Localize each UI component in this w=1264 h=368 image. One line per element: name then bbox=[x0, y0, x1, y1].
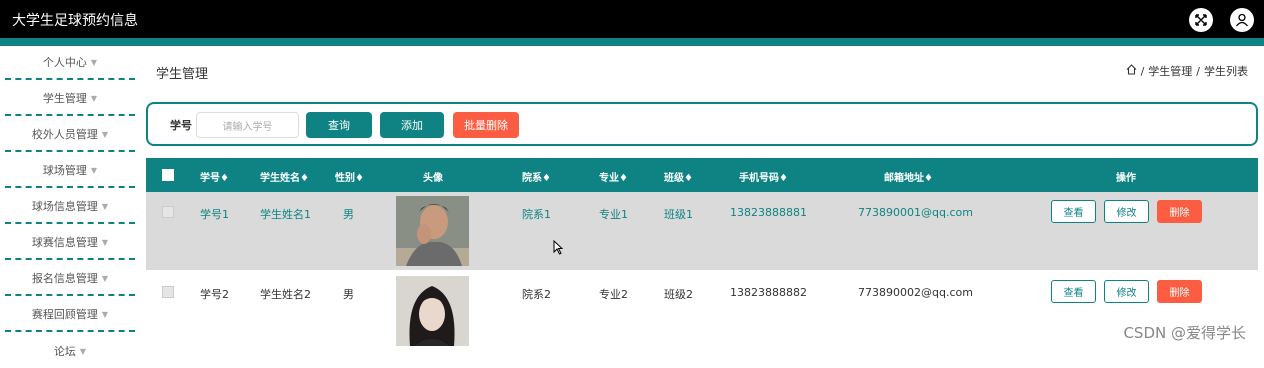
sidebar-item-personal-center[interactable]: 个人中心 ▼ bbox=[5, 46, 135, 80]
cell-email: 773890002@qq.com bbox=[858, 286, 973, 299]
edit-button[interactable]: 修改 bbox=[1104, 200, 1149, 223]
view-button[interactable]: 查看 bbox=[1051, 280, 1096, 303]
chevron-down-icon: ▼ bbox=[101, 273, 109, 283]
header-accent-strip bbox=[0, 38, 1264, 46]
chevron-down-icon: ▼ bbox=[101, 129, 109, 139]
sidebar-item-external-staff[interactable]: 校外人员管理 ▼ bbox=[5, 118, 135, 152]
cell-gender: 男 bbox=[343, 288, 354, 301]
home-icon[interactable] bbox=[1126, 64, 1137, 78]
batch-delete-button[interactable]: 批量删除 bbox=[453, 112, 519, 138]
sidebar-item-forum[interactable]: 论坛 ▼ bbox=[5, 334, 135, 368]
cell-department: 院系2 bbox=[522, 288, 551, 301]
cell-department: 院系1 bbox=[522, 208, 551, 221]
breadcrumb-item[interactable]: 学生管理 bbox=[1148, 63, 1192, 79]
column-header-email[interactable]: 邮箱地址♦ bbox=[884, 169, 933, 184]
search-panel: 学号 请输入学号 查询 添加 批量删除 bbox=[146, 102, 1258, 146]
chevron-down-icon: ▼ bbox=[101, 309, 109, 319]
cell-phone: 13823888881 bbox=[730, 206, 807, 219]
sidebar-item-match-info[interactable]: 球赛信息管理 ▼ bbox=[5, 226, 135, 260]
breadcrumb: / 学生管理 / 学生列表 bbox=[1126, 63, 1248, 79]
sidebar-item-schedule-review[interactable]: 赛程回顾管理 ▼ bbox=[5, 298, 135, 332]
sidebar-item-field-info[interactable]: 球场信息管理 ▼ bbox=[5, 190, 135, 224]
breadcrumb-separator: / bbox=[1140, 64, 1145, 78]
breadcrumb-separator: / bbox=[1196, 64, 1200, 78]
select-all-checkbox[interactable] bbox=[162, 169, 174, 181]
column-header-department[interactable]: 院系♦ bbox=[522, 169, 551, 184]
sidebar-item-label: 球场信息管理 bbox=[31, 200, 98, 213]
cell-student-name: 学生姓名2 bbox=[260, 288, 311, 301]
query-button[interactable]: 查询 bbox=[306, 112, 372, 138]
column-header-major[interactable]: 专业♦ bbox=[599, 169, 628, 184]
view-button[interactable]: 查看 bbox=[1051, 200, 1096, 223]
avatar bbox=[396, 196, 469, 266]
table-row[interactable]: 学号1 学生姓名1 男 院系1 专业1 班级1 13823888881 7738… bbox=[146, 192, 1258, 270]
sidebar-item-label: 球赛信息管理 bbox=[31, 236, 98, 249]
cell-student-name: 学生姓名1 bbox=[260, 208, 311, 221]
app-title: 大学生足球预约信息 bbox=[12, 13, 138, 29]
sidebar-item-label: 校外人员管理 bbox=[31, 128, 98, 141]
cell-gender: 男 bbox=[343, 208, 354, 221]
table-header: 学号♦ 学生姓名♦ 性别♦ 头像 院系♦ 专业♦ 班级♦ 手机号码♦ 邮箱地址♦… bbox=[146, 158, 1258, 192]
chevron-down-icon: ▼ bbox=[101, 237, 109, 247]
cell-class: 班级1 bbox=[664, 208, 693, 221]
cell-student-id: 学号2 bbox=[200, 288, 229, 301]
sidebar-item-label: 报名信息管理 bbox=[31, 272, 98, 285]
search-label: 学号 bbox=[170, 119, 192, 132]
column-header-actions: 操作 bbox=[1116, 173, 1136, 184]
main-content: 学生管理 / 学生管理 / 学生列表 学号 请输入学号 查询 添加 批量删除 学… bbox=[140, 46, 1264, 351]
column-header-gender[interactable]: 性别♦ bbox=[335, 169, 364, 184]
cell-class: 班级2 bbox=[664, 288, 693, 301]
column-header-class[interactable]: 班级♦ bbox=[664, 169, 693, 184]
chevron-down-icon: ▼ bbox=[79, 346, 87, 356]
add-button[interactable]: 添加 bbox=[380, 112, 444, 138]
column-header-phone[interactable]: 手机号码♦ bbox=[739, 169, 788, 184]
avatar bbox=[396, 276, 469, 346]
column-header-avatar: 头像 bbox=[423, 173, 443, 184]
mouse-cursor-icon bbox=[553, 239, 564, 259]
search-input[interactable]: 请输入学号 bbox=[196, 112, 299, 138]
column-header-student-name[interactable]: 学生姓名♦ bbox=[260, 169, 309, 184]
sidebar-item-student-management[interactable]: 学生管理 ▼ bbox=[5, 82, 135, 116]
column-header-student-id[interactable]: 学号♦ bbox=[200, 169, 229, 184]
sidebar-item-label: 个人中心 bbox=[42, 56, 87, 69]
cell-major: 专业1 bbox=[599, 208, 628, 221]
row-checkbox[interactable] bbox=[162, 286, 174, 298]
sidebar-item-label: 赛程回顾管理 bbox=[31, 308, 98, 321]
page-title: 学生管理 bbox=[156, 67, 209, 82]
cell-email: 773890001@qq.com bbox=[858, 206, 973, 219]
cell-major: 专业2 bbox=[599, 288, 628, 301]
fullscreen-icon[interactable] bbox=[1189, 8, 1213, 32]
edit-button[interactable]: 修改 bbox=[1104, 280, 1149, 303]
chevron-down-icon: ▼ bbox=[90, 57, 98, 67]
cell-phone: 13823888882 bbox=[730, 286, 807, 299]
delete-button[interactable]: 删除 bbox=[1157, 200, 1202, 223]
chevron-down-icon: ▼ bbox=[90, 165, 98, 175]
sidebar-item-registration[interactable]: 报名信息管理 ▼ bbox=[5, 262, 135, 296]
user-icon[interactable] bbox=[1230, 8, 1254, 32]
top-bar: 大学生足球预约信息 bbox=[0, 0, 1264, 38]
sidebar: 个人中心 ▼ 学生管理 ▼ 校外人员管理 ▼ 球场管理 ▼ 球场信息管理 ▼ 球赛信息管理… bbox=[0, 46, 140, 358]
row-checkbox[interactable] bbox=[162, 206, 174, 218]
sidebar-item-label: 学生管理 bbox=[42, 92, 87, 105]
sidebar-item-label: 球场管理 bbox=[42, 164, 87, 177]
chevron-down-icon: ▼ bbox=[90, 93, 98, 103]
chevron-down-icon: ▼ bbox=[101, 201, 109, 211]
breadcrumb-item: 学生列表 bbox=[1204, 65, 1248, 78]
watermark: CSDN @爱得学长 bbox=[1123, 324, 1246, 342]
cell-student-id: 学号1 bbox=[200, 208, 229, 221]
sidebar-item-field-management[interactable]: 球场管理 ▼ bbox=[5, 154, 135, 188]
delete-button[interactable]: 删除 bbox=[1157, 280, 1202, 303]
sidebar-item-label: 论坛 bbox=[53, 345, 76, 358]
table-row[interactable]: 学号2 学生姓名2 男 院系2 专业2 班级2 13823888882 7738… bbox=[146, 272, 1258, 350]
